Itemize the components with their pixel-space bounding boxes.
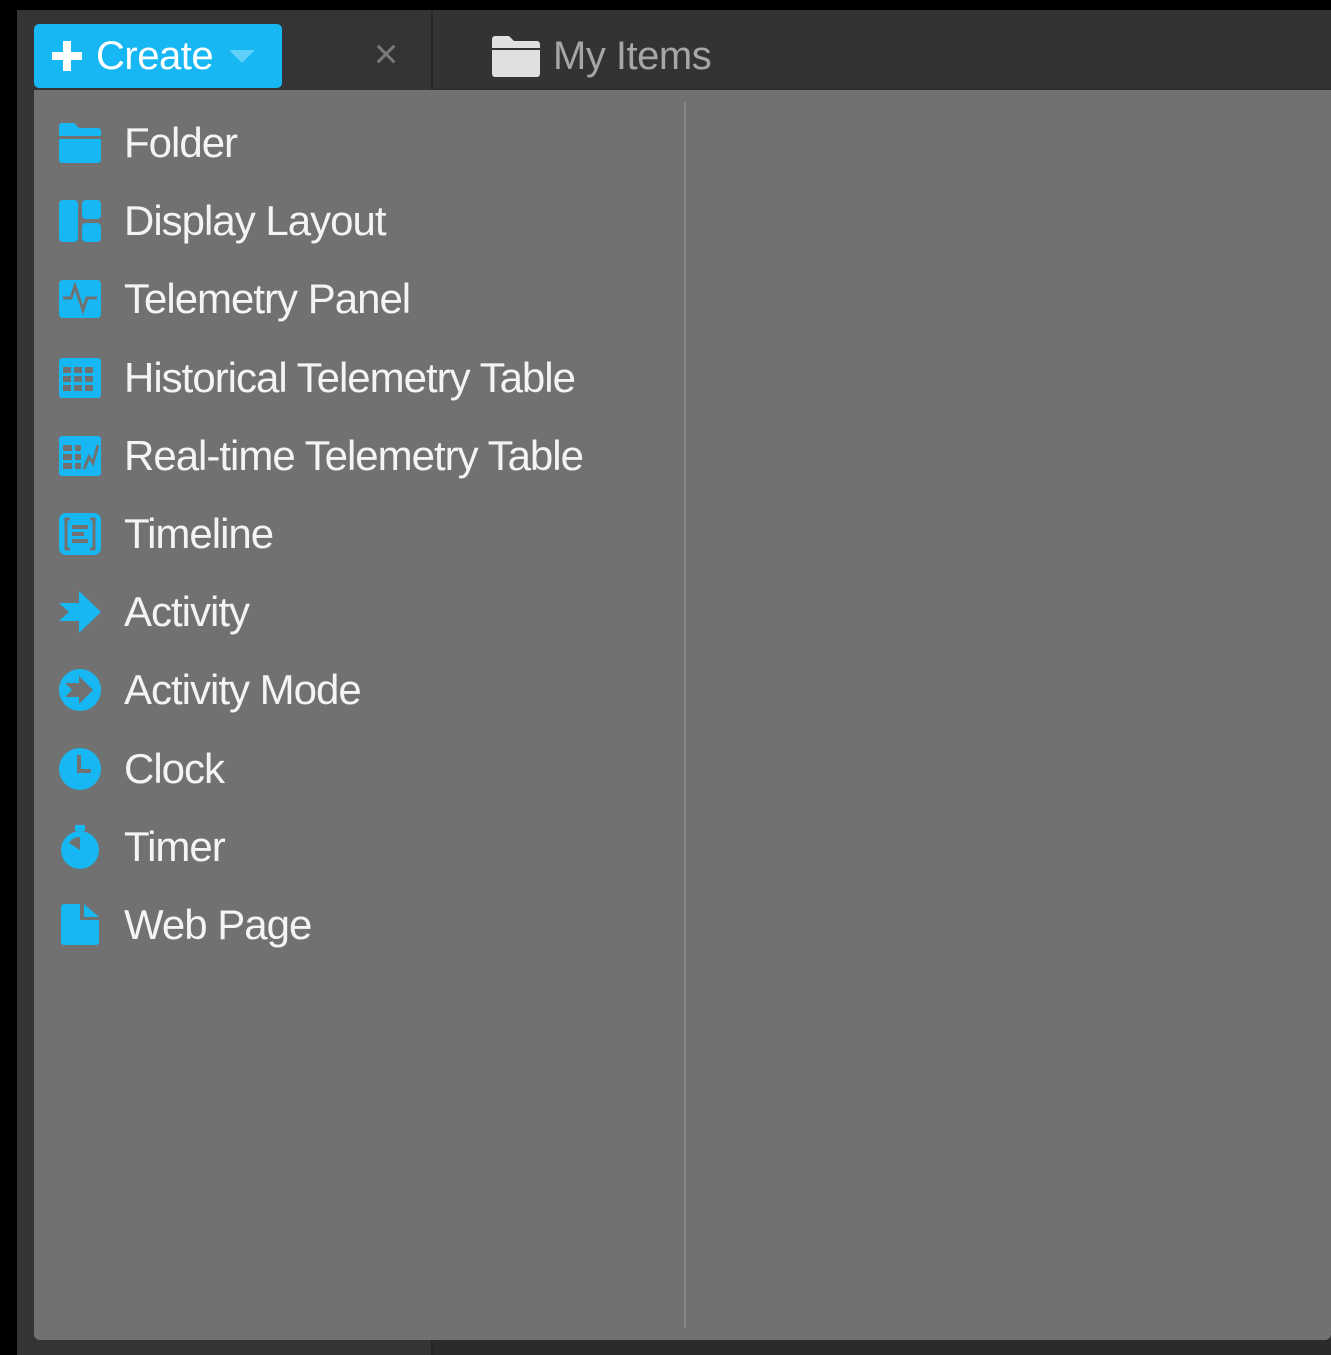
caret-down-icon (227, 46, 257, 66)
folder-icon (56, 119, 104, 167)
breadcrumb: My Items (489, 28, 712, 84)
menu-item-label: Folder (124, 119, 238, 167)
menu-item-realtime-telemetry-table[interactable]: Real-time Telemetry Table (34, 417, 674, 495)
menu-item-timeline[interactable]: Timeline (34, 495, 674, 573)
menu-item-web-page[interactable]: Web Page (34, 886, 674, 964)
menu-item-display-layout[interactable]: Display Layout (34, 182, 674, 260)
menu-item-label: Clock (124, 744, 225, 792)
telemetry-panel-icon (56, 275, 104, 323)
create-menu: Folder Display Layout Telemetry Panel Hi… (34, 90, 1331, 1340)
app-window: Create × My Items Folder Display Layout … (17, 10, 1331, 1355)
page-title: My Items (553, 33, 712, 78)
menu-item-label: Historical Telemetry Table (124, 353, 576, 401)
timer-icon (56, 823, 104, 871)
menu-item-label: Real-time Telemetry Table (124, 431, 584, 479)
historical-table-icon (56, 354, 104, 402)
menu-item-label: Telemetry Panel (124, 275, 411, 323)
menu-item-telemetry-panel[interactable]: Telemetry Panel (34, 260, 674, 338)
clock-icon (56, 745, 104, 793)
menu-item-label: Activity Mode (124, 666, 362, 714)
menu-item-folder[interactable]: Folder (34, 104, 674, 182)
menu-item-label: Timeline (124, 510, 274, 558)
close-icon[interactable]: × (369, 33, 403, 75)
create-menu-list: Folder Display Layout Telemetry Panel Hi… (34, 104, 674, 964)
realtime-table-icon (56, 432, 104, 480)
menu-divider (684, 102, 686, 1328)
display-layout-icon (56, 197, 104, 245)
menu-item-timer[interactable]: Timer (34, 808, 674, 886)
menu-item-historical-telemetry-table[interactable]: Historical Telemetry Table (34, 339, 674, 417)
activity-icon (56, 588, 104, 636)
create-button-label: Create (96, 33, 214, 78)
menu-item-label: Display Layout (124, 197, 386, 245)
activity-mode-icon (56, 666, 104, 714)
plus-icon (50, 39, 84, 73)
menu-item-clock[interactable]: Clock (34, 730, 674, 808)
menu-item-activity[interactable]: Activity (34, 573, 674, 651)
menu-item-activity-mode[interactable]: Activity Mode (34, 651, 674, 729)
folder-icon (489, 29, 543, 83)
timeline-icon (56, 510, 104, 558)
create-button[interactable]: Create (34, 24, 282, 88)
web-page-icon (56, 901, 104, 949)
menu-item-label: Timer (124, 822, 226, 870)
menu-item-label: Activity (124, 588, 250, 636)
menu-item-label: Web Page (124, 900, 312, 948)
